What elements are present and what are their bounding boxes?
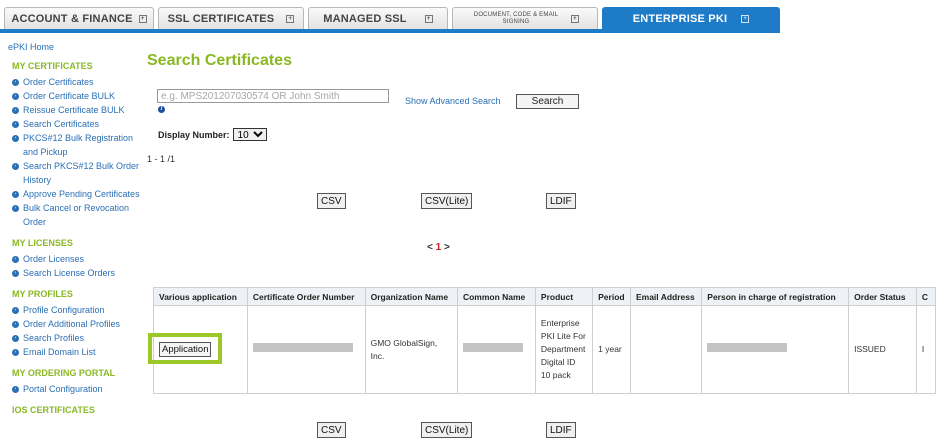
arrow-bullet-icon: › <box>12 335 19 342</box>
section-title-ios-certificates: IOS CERTIFICATES <box>12 405 95 415</box>
cell-order-number <box>246 305 366 394</box>
arrow-bullet-icon: › <box>12 307 19 314</box>
csv-lite-export-button[interactable]: CSV(Lite) <box>421 193 473 209</box>
expand-icon: + <box>286 14 295 23</box>
arrow-bullet-icon: › <box>12 93 19 100</box>
arrow-bullet-icon: › <box>12 256 19 263</box>
csv-lite-export-button-bottom[interactable]: CSV(Lite) <box>421 422 473 438</box>
ldif-export-button-bottom[interactable]: LDIF <box>546 422 576 438</box>
arrow-bullet-icon: › <box>12 135 19 142</box>
sidebar-item-portal-configuration[interactable]: › Portal Configuration <box>12 382 140 396</box>
col-email-address: Email Address <box>629 287 703 306</box>
arrow-bullet-icon: › <box>12 270 19 277</box>
expand-icon: + <box>424 14 433 23</box>
search-button[interactable]: Search <box>516 94 579 109</box>
cell-period: 1 year <box>592 305 631 394</box>
sidebar: ePKI Home MY CERTIFICATES › Order Certifi… <box>8 42 140 419</box>
search-input[interactable] <box>157 89 389 103</box>
display-number-select[interactable]: 10 <box>232 128 267 141</box>
cell-email <box>629 305 703 394</box>
certificates-table: Various application Certificate Order Nu… <box>153 287 936 394</box>
col-extra: C <box>915 287 936 306</box>
pagination: < 1 > <box>427 242 450 253</box>
sidebar-item-reissue-certificate-bulk[interactable]: › Reissue Certificate BULK <box>12 103 140 117</box>
col-certificate-order-number: Certificate Order Number <box>246 287 366 306</box>
arrow-bullet-icon: › <box>12 386 19 393</box>
arrow-bullet-icon: › <box>12 121 19 128</box>
col-person-in-charge: Person in charge of registration <box>701 287 850 306</box>
info-icon[interactable]: i <box>158 106 165 113</box>
sidebar-item-order-licenses[interactable]: › Order Licenses <box>12 252 140 266</box>
expand-icon: + <box>741 14 750 23</box>
table-row: Application GMO GlobalSign, Inc. Enterpr… <box>153 305 936 394</box>
section-title-my-certificates: MY CERTIFICATES <box>12 61 93 71</box>
sidebar-item-email-domain-list[interactable]: › Email Domain List <box>12 345 140 359</box>
sidebar-item-order-certificates[interactable]: › Order Certificates <box>12 75 140 89</box>
arrow-bullet-icon: › <box>12 349 19 356</box>
arrow-bullet-icon: › <box>12 205 19 212</box>
sidebar-item-pkcs12-bulk[interactable]: › PKCS#12 Bulk Registration and Pickup <box>12 131 140 159</box>
arrow-bullet-icon: › <box>12 79 19 86</box>
certificates-table-wrap: Various application Certificate Order Nu… <box>153 287 936 394</box>
pager-current[interactable]: 1 <box>436 242 442 253</box>
cell-common-name <box>456 305 536 394</box>
redacted-order-number <box>252 343 353 352</box>
arrow-bullet-icon: › <box>12 321 19 328</box>
sidebar-item-search-license-orders[interactable]: › Search License Orders <box>12 266 140 280</box>
col-product: Product <box>534 287 594 306</box>
cell-person <box>701 305 850 394</box>
col-various-application: Various application <box>153 287 248 306</box>
tab-managed-ssl[interactable]: MANAGED SSL + <box>308 7 448 29</box>
cell-status: ISSUED <box>848 305 917 394</box>
sidebar-item-search-profiles[interactable]: › Search Profiles <box>12 331 140 345</box>
sidebar-item-search-certificates[interactable]: › Search Certificates <box>12 117 140 131</box>
display-number: Display Number: 10 <box>158 128 267 141</box>
application-button-highlight <box>148 333 222 364</box>
section-title-my-licenses: MY LICENSES <box>12 238 73 248</box>
col-period: Period <box>592 287 631 306</box>
pager-next[interactable]: > <box>444 242 450 253</box>
result-range: 1 - 1 /1 <box>147 154 176 164</box>
tab-document-code-email-signing[interactable]: DOCUMENT, CODE & EMAIL SIGNING + <box>452 7 598 29</box>
epki-home-link[interactable]: ePKI Home <box>8 42 140 52</box>
page-title: Search Certificates <box>147 52 292 69</box>
redacted-person <box>707 343 788 352</box>
cell-organization: GMO GlobalSign, Inc. <box>364 305 458 394</box>
section-title-my-ordering-portal: MY ORDERING PORTAL <box>12 368 116 378</box>
tab-underline <box>0 29 780 33</box>
sidebar-item-order-additional-profiles[interactable]: › Order Additional Profiles <box>12 317 140 331</box>
csv-export-button-bottom[interactable]: CSV <box>317 422 346 438</box>
tab-enterprise-pki[interactable]: ENTERPRISE PKI + <box>602 7 780 29</box>
arrow-bullet-icon: › <box>12 163 19 170</box>
arrow-bullet-icon: › <box>12 107 19 114</box>
section-title-my-profiles: MY PROFILES <box>12 289 73 299</box>
sidebar-item-bulk-cancel[interactable]: › Bulk Cancel or Revocation Order <box>12 201 140 229</box>
csv-export-button[interactable]: CSV <box>317 193 346 209</box>
sidebar-item-order-certificate-bulk[interactable]: › Order Certificate BULK <box>12 89 140 103</box>
arrow-bullet-icon: › <box>12 191 19 198</box>
col-common-name: Common Name <box>456 287 536 306</box>
cell-extra: I <box>915 305 936 394</box>
pager-prev[interactable]: < <box>427 242 433 253</box>
expand-icon: + <box>138 14 147 23</box>
col-organization-name: Organization Name <box>364 287 458 306</box>
tab-ssl-certificates[interactable]: SSL CERTIFICATES + <box>158 7 304 29</box>
sidebar-item-approve-pending[interactable]: › Approve Pending Certificates <box>12 187 140 201</box>
tab-account-finance[interactable]: ACCOUNT & FINANCE + <box>4 7 154 29</box>
col-order-status: Order Status <box>848 287 917 306</box>
cell-product: Enterprise PKI Lite For Department Digit… <box>534 305 594 394</box>
sidebar-item-search-pkcs12-history[interactable]: › Search PKCS#12 Bulk Order History <box>12 159 140 187</box>
display-number-label: Display Number: <box>158 129 230 140</box>
ldif-export-button[interactable]: LDIF <box>546 193 576 209</box>
show-advanced-search-link[interactable]: Show Advanced Search <box>405 96 501 106</box>
expand-icon: + <box>571 14 579 23</box>
redacted-common-name <box>462 343 523 352</box>
sidebar-item-profile-configuration[interactable]: › Profile Configuration <box>12 303 140 317</box>
table-header-row: Various application Certificate Order Nu… <box>153 287 936 306</box>
top-tab-bar: ACCOUNT & FINANCE + SSL CERTIFICATES + M… <box>0 0 936 36</box>
